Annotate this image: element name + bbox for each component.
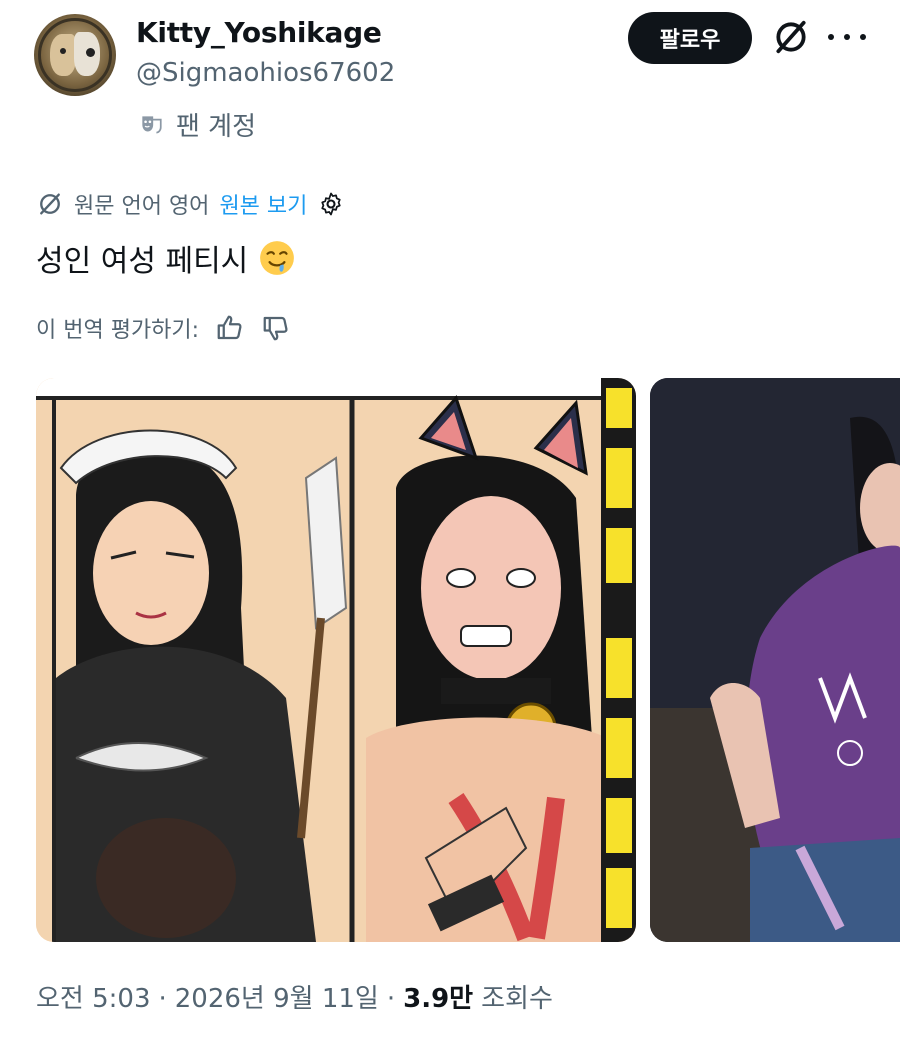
manga-panels-image [36,378,636,942]
follow-button[interactable]: 팔로우 [628,12,752,64]
display-name[interactable]: Kitty_Yoshikage [136,16,382,49]
tweet-text-body: 성인 여성 페티시 [36,244,249,279]
user-handle[interactable]: @Sigmaohios67602 [136,58,395,88]
tweet-text: 성인 여성 페티시 [36,236,296,280]
avatar-eye-left [60,48,66,54]
tweet-date[interactable]: 2026년 9월 11일 [175,978,379,1015]
fan-account-label: 팬 계정 [176,112,257,142]
translation-info: 원문 언어 영어 원본 보기 [36,188,345,220]
views-count[interactable]: 3.9만 [403,978,473,1015]
tweet-time[interactable]: 오전 5:03 [36,978,151,1015]
rate-translation: 이 번역 평가하기: [36,312,291,344]
fan-account-badge: 팬 계정 [138,106,256,143]
thumbs-down-icon[interactable] [261,313,291,343]
thumbs-up-icon[interactable] [215,313,245,343]
theater-mask-icon [142,115,162,133]
drooling-emoji-icon [260,241,295,275]
more-dot [844,34,850,40]
anime-still-image [650,378,900,942]
meta-separator: · [158,984,167,1014]
tweet-meta: 오전 5:03 · 2026년 9월 11일 · 3.9만 조회수 [36,978,553,1015]
more-dot [828,34,834,40]
meta-separator: · [386,984,396,1014]
media-image-2[interactable] [650,378,900,942]
views-label: 조회수 [481,984,553,1014]
show-original-link[interactable]: 원본 보기 [219,188,307,220]
settings-gear-icon[interactable] [317,190,345,218]
avatar-eye-right [86,48,95,57]
more-dot [860,34,866,40]
rate-translation-label: 이 번역 평가하기: [36,318,200,343]
media-image-1[interactable] [36,378,636,942]
translation-source-text: 원문 언어 영어 [74,194,210,219]
translate-icon [40,193,60,215]
grok-icon[interactable] [772,18,810,56]
more-icon[interactable] [828,22,866,52]
avatar-face-left [50,34,76,76]
avatar[interactable] [34,14,116,96]
